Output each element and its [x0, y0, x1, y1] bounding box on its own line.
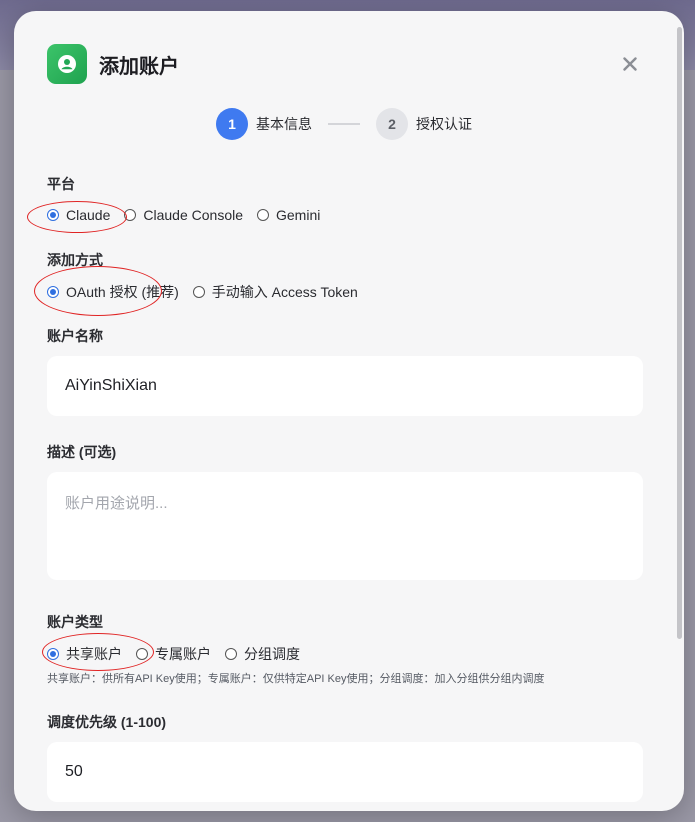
- radio-label: OAuth 授权 (推荐): [66, 284, 179, 300]
- account-type-radio-group: 共享账户 专属账户 分组调度: [47, 644, 314, 664]
- priority-value: 50: [65, 763, 83, 780]
- step-divider: [328, 122, 360, 125]
- description-label: 描述 (可选): [47, 444, 117, 460]
- radio-label: Claude: [66, 207, 111, 223]
- account-type-option-dedicated[interactable]: 专属账户: [136, 644, 211, 664]
- radio-button[interactable]: [47, 209, 59, 221]
- step-1-label: 基本信息: [256, 115, 312, 132]
- platform-option-gemini[interactable]: Gemini: [257, 207, 320, 223]
- radio-button[interactable]: [192, 286, 205, 298]
- step-2-number: 2: [376, 107, 408, 140]
- account-type-option-group[interactable]: 分组调度: [225, 644, 300, 664]
- account-name-input[interactable]: AiYinShiXian: [47, 356, 643, 416]
- radio-button[interactable]: [136, 648, 148, 660]
- description-textarea[interactable]: 账户用途说明...: [47, 472, 643, 580]
- user-icon: [47, 44, 87, 84]
- description-placeholder: 账户用途说明...: [65, 495, 168, 512]
- platform-label: 平台: [47, 176, 75, 192]
- priority-input[interactable]: 50: [47, 742, 643, 802]
- add-account-dialog: 添加账户 1 基本信息 2 授权认证 平台 Claude Claude Cons…: [14, 11, 684, 811]
- account-name-value: AiYinShiXian: [65, 377, 157, 394]
- add-method-option-oauth[interactable]: OAuth 授权 (推荐): [47, 282, 179, 302]
- radio-button[interactable]: [225, 648, 237, 660]
- radio-label: 专属账户: [155, 646, 211, 662]
- radio-label: Gemini: [276, 207, 321, 223]
- platform-option-claude[interactable]: Claude: [47, 207, 110, 223]
- radio-label: 分组调度: [244, 646, 300, 662]
- radio-label: Claude Console: [143, 207, 243, 223]
- account-type-hint: 共享账户：供所有API Key使用；专属账户：仅供特定API Key使用；分组调…: [47, 673, 545, 685]
- radio-button[interactable]: [124, 209, 137, 221]
- close-button[interactable]: [617, 51, 643, 77]
- account-type-option-shared[interactable]: 共享账户: [47, 644, 122, 664]
- priority-label: 调度优先级 (1-100): [47, 714, 167, 730]
- radio-button[interactable]: [257, 209, 269, 221]
- radio-label: 手动输入 Access Token: [211, 284, 358, 300]
- platform-option-claude-console[interactable]: Claude Console: [124, 207, 243, 223]
- account-type-label: 账户类型: [47, 614, 103, 630]
- radio-button[interactable]: [47, 648, 59, 660]
- step-1-number: 1: [216, 107, 248, 140]
- radio-button[interactable]: [47, 286, 59, 298]
- dialog-title: 添加账户: [99, 56, 179, 78]
- account-name-label: 账户名称: [47, 328, 103, 344]
- scrollbar[interactable]: [677, 27, 682, 639]
- step-indicator: 1 基本信息 2 授权认证: [216, 107, 472, 140]
- radio-label: 共享账户: [66, 646, 122, 662]
- add-method-label: 添加方式: [47, 252, 103, 268]
- platform-radio-group: Claude Claude Console Gemini: [47, 207, 334, 223]
- add-method-radio-group: OAuth 授权 (推荐) 手动输入 Access Token: [47, 282, 372, 302]
- step-2-label: 授权认证: [416, 115, 472, 132]
- close-icon: [623, 57, 637, 71]
- add-method-option-manual-token[interactable]: 手动输入 Access Token: [192, 282, 358, 302]
